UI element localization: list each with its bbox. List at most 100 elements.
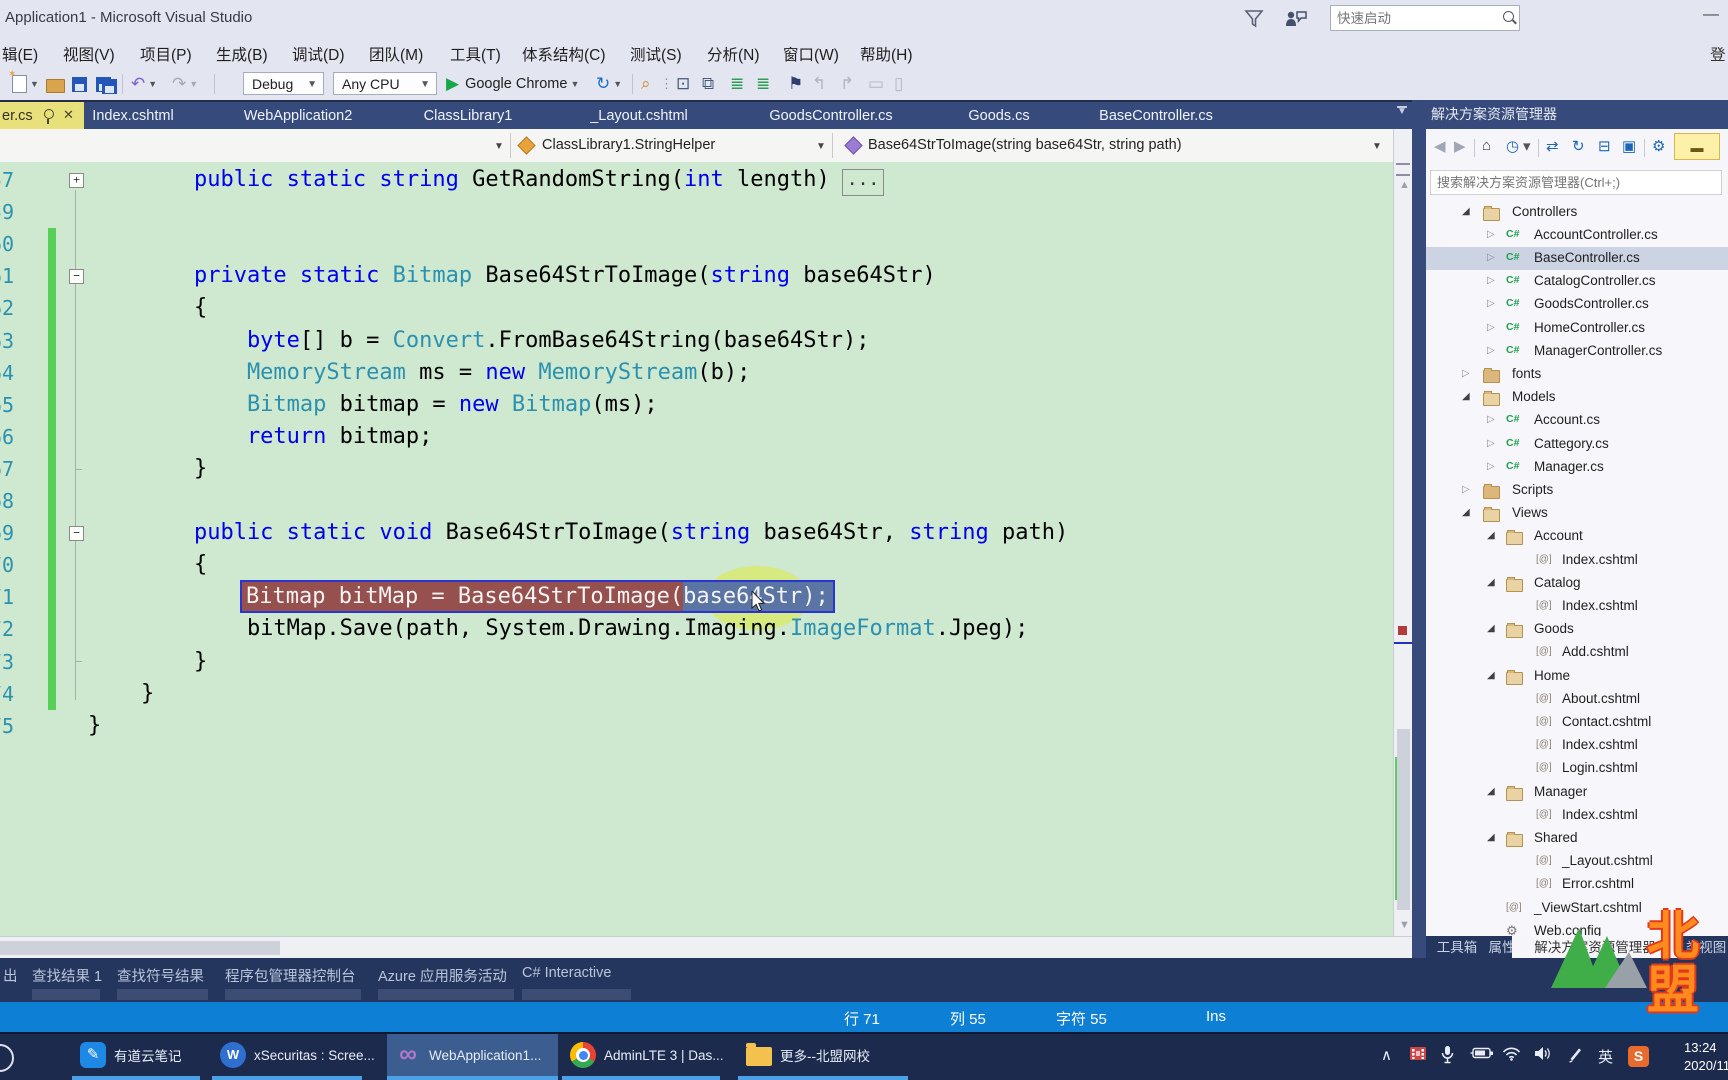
navigate-doc-icon[interactable]: ⊡ (676, 71, 690, 97)
toolbar-options-icon[interactable]: ⋮ (660, 71, 673, 97)
tree-item-index-cshtml[interactable]: [@]Index.cshtml (1426, 549, 1728, 572)
tree-item--layout-cshtml[interactable]: [@]_Layout.cshtml (1426, 850, 1728, 873)
tree-item-account-cs[interactable]: ▷C#Account.cs (1426, 409, 1728, 432)
tab-classlibrary1[interactable]: ClassLibrary1 (424, 108, 513, 124)
filter-icon[interactable] (1243, 8, 1265, 30)
splitter-grip[interactable] (1396, 163, 1410, 176)
code-editor[interactable]: 57 public static string GetRandomString(… (0, 162, 1393, 936)
copy-doc-icon[interactable]: ⧉ (702, 71, 714, 97)
collapse-arrow-icon[interactable]: ◢ (1487, 786, 1495, 797)
sign-in-label[interactable]: 登 (1710, 43, 1726, 65)
expand-arrow-icon[interactable]: ▷ (1487, 438, 1495, 449)
expand-arrow-icon[interactable]: ▷ (1487, 345, 1495, 356)
back-icon[interactable]: ◀ (1434, 137, 1446, 155)
tree-item-error-cshtml[interactable]: [@]Error.cshtml (1426, 873, 1728, 896)
tray-wifi-icon[interactable] (1502, 1046, 1521, 1065)
bookmark-button[interactable]: ⚑ (788, 71, 803, 97)
collapse-arrow-icon[interactable]: ◢ (1462, 507, 1470, 518)
collapsed-region-box[interactable]: ... (842, 169, 884, 196)
code-line-71[interactable]: 71Bitmap bitMap = Base64StrToImage(base6… (0, 581, 1393, 613)
collapse-arrow-icon[interactable]: ◢ (1487, 530, 1495, 541)
refresh-icon[interactable]: ↻ (1572, 137, 1585, 155)
code-line-67[interactable]: 67 } (0, 453, 1393, 485)
collapse-arrow-icon[interactable]: ◢ (1462, 206, 1470, 217)
tree-item-managercontroller-cs[interactable]: ▷C#ManagerController.cs (1426, 340, 1728, 363)
tab--layout-cshtml[interactable]: _Layout.cshtml (590, 108, 688, 124)
save-all-button[interactable] (96, 71, 117, 97)
scrollbar-thumb[interactable] (0, 941, 280, 955)
menu-item-7[interactable]: 工具(T) (450, 43, 501, 65)
collapse-arrow-icon[interactable]: ◢ (1487, 623, 1495, 634)
code-line-65[interactable]: 65 Bitmap bitmap = new Bitmap(ms); (0, 389, 1393, 421)
tree-item-about-cshtml[interactable]: [@]About.cshtml (1426, 688, 1728, 711)
code-line-57[interactable]: 57 public static string GetRandomString(… (0, 164, 1393, 196)
tab-basecontroller-cs[interactable]: BaseController.cs (1099, 108, 1213, 124)
code-line-62[interactable]: 62 { (0, 292, 1393, 324)
tray-language-indicator[interactable]: 英 (1598, 1046, 1613, 1067)
tree-item-catalogcontroller-cs[interactable]: ▷C#CatalogController.cs (1426, 270, 1728, 293)
output-tab-1[interactable]: 出 (3, 965, 18, 986)
tree-item-shared[interactable]: ◢Shared (1426, 827, 1728, 850)
editor-horizontal-scrollbar[interactable] (0, 936, 1412, 958)
solution-search-box[interactable] (1430, 170, 1722, 195)
collapse-arrow-icon[interactable]: ◢ (1462, 391, 1470, 402)
code-line-59[interactable]: 59 (0, 196, 1393, 228)
panel-tab-4[interactable]: 类视图 (1684, 936, 1728, 960)
type-dropdown[interactable]: ClassLibrary1.StringHelper (542, 137, 715, 153)
menu-item-4[interactable]: 生成(B) (216, 43, 268, 65)
tree-item--viewstart-cshtml[interactable]: [@]_ViewStart.cshtml (1426, 897, 1728, 920)
output-tab-4[interactable]: 程序包管理器控制台 (225, 965, 356, 986)
new-file-button[interactable]: ▼ (12, 71, 39, 97)
tree-item-manager-cs[interactable]: ▷C#Manager.cs (1426, 456, 1728, 479)
redo-button[interactable]: ↷▼ (172, 71, 198, 97)
tree-item-index-cshtml[interactable]: [@]Index.cshtml (1426, 734, 1728, 757)
tray-speaker-icon[interactable] (1534, 1046, 1552, 1065)
feedback-icon[interactable] (1283, 8, 1309, 30)
chevron-down-icon[interactable]: ▼ (1372, 141, 1382, 152)
tree-item-contact-cshtml[interactable]: [@]Contact.cshtml (1426, 711, 1728, 734)
collapse-all-icon[interactable]: ⊟ (1598, 137, 1611, 155)
chevron-down-icon[interactable]: ▼ (816, 141, 826, 152)
tree-item-add-cshtml[interactable]: [@]Add.cshtml (1426, 641, 1728, 664)
code-line-75[interactable]: 75} (0, 710, 1393, 742)
code-line-61[interactable]: 61 private static Bitmap Base64StrToImag… (0, 260, 1393, 292)
fold-collapse-icon[interactable]: − (69, 269, 84, 284)
expand-arrow-icon[interactable]: ▷ (1487, 229, 1495, 240)
tree-item-accountcontroller-cs[interactable]: ▷C#AccountController.cs (1426, 224, 1728, 247)
expand-arrow-icon[interactable]: ▷ (1487, 322, 1495, 333)
code-line-73[interactable]: 73 } (0, 646, 1393, 678)
taskbar-clock[interactable]: 13:24 2020/11 (1684, 1039, 1728, 1075)
menu-item-6[interactable]: 团队(M) (369, 43, 423, 65)
undo-button[interactable]: ↶▼ (131, 71, 157, 97)
tree-item-catalog[interactable]: ◢Catalog (1426, 572, 1728, 595)
expand-arrow-icon[interactable]: ▷ (1462, 368, 1470, 379)
open-file-button[interactable] (46, 71, 65, 97)
tree-item-cattegory-cs[interactable]: ▷C#Cattegory.cs (1426, 433, 1728, 456)
tab-overflow-chevron-icon[interactable]: ▼ (1397, 106, 1407, 116)
taskbar-app-xsecuritas[interactable]: WxSecuritas : Scree... (212, 1034, 362, 1076)
tray-battery-icon[interactable] (1470, 1046, 1494, 1064)
expand-arrow-icon[interactable]: ▷ (1487, 275, 1495, 286)
scroll-up-icon[interactable]: ▲ (1399, 179, 1410, 191)
output-tab-2[interactable]: 查找结果 1 (32, 965, 102, 986)
tree-item-basecontroller-cs[interactable]: ▷C#BaseController.cs (1426, 247, 1728, 270)
scrollbar-thumb[interactable] (1397, 729, 1410, 910)
fold-expand-icon[interactable]: + (69, 173, 84, 188)
find-icon[interactable]: ⌕ (641, 71, 651, 97)
menu-item-3[interactable]: 项目(P) (140, 43, 192, 65)
chevron-down-icon[interactable]: ▾ (1523, 137, 1531, 155)
taskbar-app-folder[interactable]: 更多--北盟网校 (738, 1034, 908, 1076)
menu-item-12[interactable]: 帮助(H) (860, 43, 913, 65)
menu-item-10[interactable]: 分析(N) (707, 43, 760, 65)
collapse-arrow-icon[interactable]: ◢ (1487, 670, 1495, 681)
minimize-button[interactable]: — (1703, 6, 1719, 24)
debug-config-dropdown[interactable]: Debug▼ (243, 72, 324, 95)
tree-item-login-cshtml[interactable]: [@]Login.cshtml (1426, 757, 1728, 780)
tray-recorder-icon[interactable] (1410, 1046, 1427, 1065)
code-line-69[interactable]: 69 public static void Base64StrToImage(s… (0, 517, 1393, 549)
tree-item-controllers[interactable]: ◢Controllers (1426, 201, 1728, 224)
expand-arrow-icon[interactable]: ▷ (1487, 298, 1495, 309)
platform-dropdown[interactable]: Any CPU▼ (333, 72, 437, 95)
settings-wrench-icon[interactable]: ⚙ (1652, 137, 1665, 155)
taskbar-app-visual-studio[interactable]: ∞WebApplication1... (387, 1034, 558, 1076)
